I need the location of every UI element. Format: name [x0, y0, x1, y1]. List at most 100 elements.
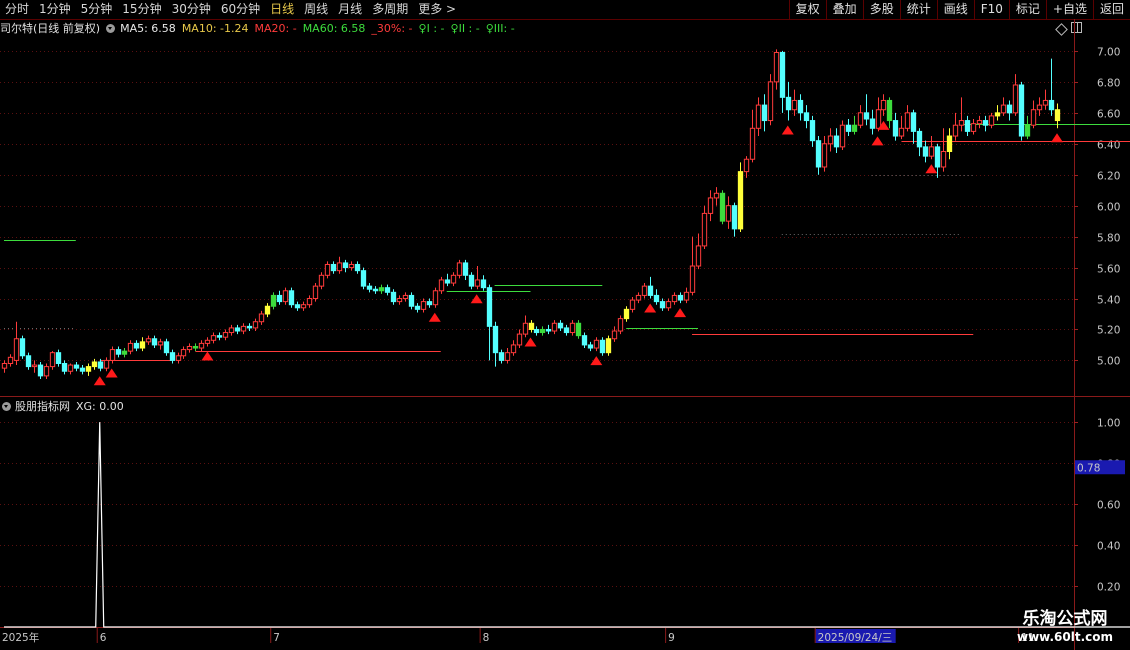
- candle-body: [91, 361, 98, 368]
- candle-body: [175, 355, 182, 361]
- main-y-tick-label: 6.60: [1097, 109, 1120, 121]
- candle-body: [952, 124, 959, 137]
- candle-body: [432, 290, 439, 306]
- candle-body: [815, 140, 822, 168]
- candle-body: [563, 327, 570, 334]
- candle-body: [462, 262, 469, 276]
- candle-body: [677, 294, 684, 301]
- candle-body: [851, 124, 858, 132]
- main-y-tick-label: 6.20: [1097, 171, 1120, 183]
- candle-body: [635, 294, 642, 301]
- candle-body: [958, 120, 965, 126]
- candle-body: [498, 352, 505, 361]
- candle-body: [204, 339, 211, 344]
- candle-body: [743, 158, 750, 173]
- candle-body: [539, 328, 546, 334]
- candle-body: [504, 352, 511, 361]
- watermark-url: www.60lt.com: [1016, 630, 1114, 644]
- candle-body: [300, 304, 307, 309]
- candle-body: [713, 192, 720, 199]
- candle-body: [898, 127, 905, 137]
- main-y-tick-label: 5.40: [1097, 295, 1120, 307]
- candle-body: [480, 279, 487, 289]
- candle-body: [545, 328, 552, 332]
- x-tick-label: 7: [273, 632, 280, 644]
- candle-body: [426, 301, 433, 306]
- main-y-tick-label: 5.80: [1097, 233, 1120, 245]
- candle-body: [264, 305, 271, 315]
- candle-body: [55, 352, 62, 365]
- candle-body: [408, 294, 415, 307]
- candle-body: [330, 263, 337, 272]
- candle-body: [916, 130, 923, 148]
- candle-body: [474, 279, 481, 287]
- candle-body: [779, 51, 786, 98]
- candle-body: [354, 263, 361, 272]
- candle-body: [749, 127, 756, 160]
- candle-body: [420, 301, 427, 310]
- candle-body: [533, 328, 540, 334]
- buy-signal-triangle: [93, 376, 106, 386]
- candle-body: [312, 285, 319, 300]
- candle-body: [1, 363, 8, 369]
- candle-body: [7, 356, 14, 365]
- candle-body: [647, 285, 654, 296]
- candle-body: [695, 245, 702, 267]
- candle-body: [85, 366, 92, 372]
- candle-body: [773, 51, 780, 83]
- candle-body: [797, 99, 804, 114]
- candle-body: [384, 287, 391, 293]
- candle-body: [964, 120, 971, 132]
- candle-body: [372, 288, 379, 292]
- candle-body: [79, 367, 86, 372]
- kline-chart[interactable]: 7.006.806.606.406.206.005.805.605.405.20…: [0, 0, 1130, 650]
- candle-body: [37, 364, 44, 377]
- candle-body: [671, 294, 678, 303]
- candle-body: [528, 322, 535, 330]
- candle-body: [599, 339, 606, 354]
- watermark: 乐淘公式网 www.60lt.com: [1006, 608, 1124, 644]
- candle-body: [73, 364, 80, 369]
- candle-body: [988, 115, 995, 126]
- candle-body: [611, 330, 618, 340]
- candle-body: [516, 333, 523, 346]
- candle-body: [97, 361, 104, 369]
- candle-body: [222, 332, 229, 338]
- candle-body: [157, 341, 164, 346]
- xg-indicator-line: [4, 422, 1130, 628]
- candle-body: [719, 192, 726, 222]
- candle-body: [934, 146, 941, 168]
- candle-body: [892, 120, 899, 137]
- candle-body: [880, 99, 887, 111]
- candle-body: [982, 120, 989, 126]
- candle-body: [994, 112, 1001, 117]
- candle-body: [863, 112, 870, 120]
- candle-body: [145, 338, 152, 343]
- main-y-tick-label: 6.00: [1097, 202, 1120, 214]
- candle-body: [689, 265, 696, 293]
- candle-body: [342, 262, 349, 269]
- main-y-tick-label: 5.00: [1097, 356, 1120, 368]
- candle-body: [522, 322, 529, 335]
- candle-body: [180, 349, 187, 357]
- candle-body: [617, 318, 624, 332]
- candle-body: [336, 262, 343, 272]
- buy-signal-triangle: [781, 125, 794, 135]
- candle-body: [755, 104, 762, 129]
- candle-body: [904, 112, 911, 129]
- candle-body: [575, 322, 582, 337]
- candle-body: [803, 112, 810, 122]
- candle-body: [785, 96, 792, 111]
- candle-body: [151, 338, 158, 346]
- candle-body: [940, 151, 947, 168]
- candle-body: [43, 366, 50, 377]
- candle-body: [737, 171, 744, 230]
- candle-body: [593, 339, 600, 349]
- candle-body: [169, 352, 176, 361]
- candle-body: [1012, 84, 1019, 114]
- x-tick-label: 9: [668, 632, 675, 644]
- buy-signal-triangle: [644, 303, 657, 313]
- candle-body: [659, 301, 666, 309]
- main-y-tick-label: 6.80: [1097, 78, 1120, 90]
- cursor-value-label: 0.78: [1077, 462, 1100, 474]
